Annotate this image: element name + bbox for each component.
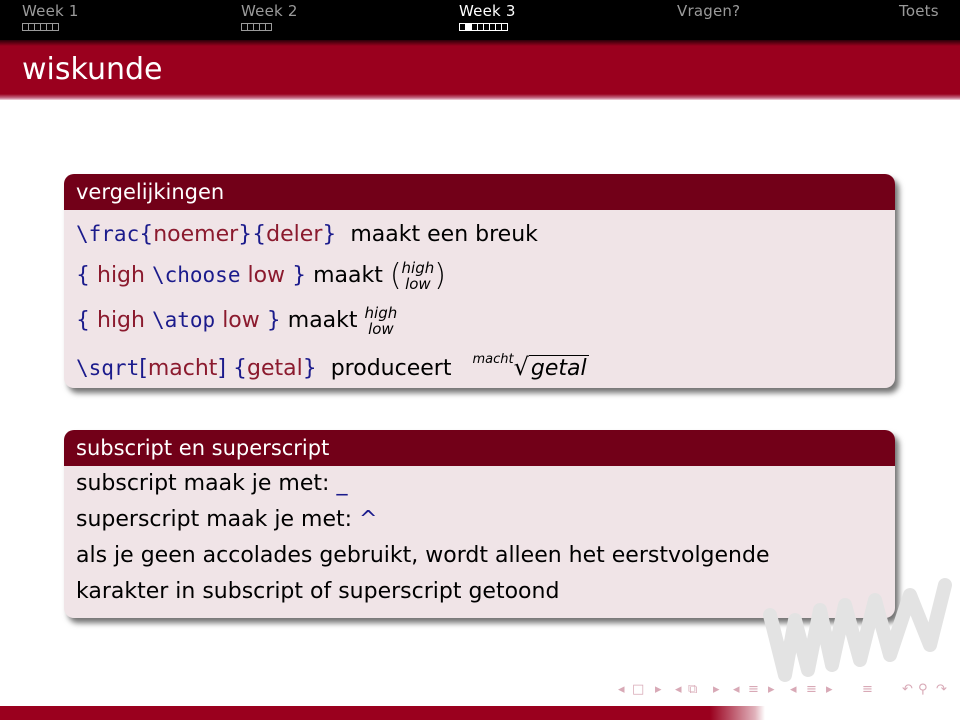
next-section-button[interactable]: ▸ bbox=[768, 682, 775, 702]
block-vergelijkingen: vergelijkingen \frac{noemer}{deler} maak… bbox=[64, 174, 895, 388]
nav-section-label: Toets bbox=[899, 2, 939, 20]
prev-section-button[interactable]: ◂ bbox=[733, 682, 740, 702]
logo-watermark-icon bbox=[763, 578, 952, 682]
nav-section-week3[interactable]: Week 3 bbox=[459, 0, 516, 31]
argument: low bbox=[247, 263, 286, 288]
nav-section-label: Week 3 bbox=[459, 2, 516, 20]
binomial-bottom: low bbox=[405, 275, 431, 293]
footer-bar bbox=[0, 706, 960, 720]
argument: low bbox=[222, 308, 260, 333]
argument: getal bbox=[246, 356, 303, 381]
brace: { bbox=[252, 222, 267, 247]
underscore-symbol: _ bbox=[336, 471, 348, 496]
slide-dot[interactable] bbox=[265, 23, 272, 31]
left-paren: ( bbox=[389, 258, 402, 293]
command: \frac bbox=[76, 222, 140, 246]
section-icon[interactable]: ≡ bbox=[748, 682, 759, 702]
prev-subframe-button[interactable]: ◂ bbox=[675, 682, 682, 702]
description: maakt een breuk bbox=[350, 222, 538, 247]
nav-section-label: Vragen? bbox=[677, 2, 741, 20]
brace: } bbox=[292, 263, 307, 288]
next-subframe-button[interactable]: ▸ bbox=[713, 682, 720, 702]
nth-root: macht√getal bbox=[472, 342, 589, 387]
brace: { bbox=[76, 308, 90, 333]
brace: { bbox=[76, 263, 90, 288]
nav-section-week2[interactable]: Week 2 bbox=[241, 0, 298, 31]
text: superscript maak je met: bbox=[76, 507, 353, 532]
atop-line: { high \atop low } maakt high low bbox=[76, 298, 883, 342]
brace: { bbox=[232, 356, 247, 381]
right-paren: ) bbox=[434, 258, 446, 293]
nav-section-vragen[interactable]: Vragen? bbox=[677, 0, 740, 22]
argument: high bbox=[97, 308, 145, 333]
text-line: als je geen accolades gebruikt, wordt al… bbox=[76, 543, 770, 568]
slide-dots bbox=[22, 23, 79, 31]
block-heading: vergelijkingen bbox=[64, 174, 895, 210]
argument: noemer bbox=[153, 222, 239, 247]
atop-stack: high low bbox=[365, 305, 398, 337]
choose-line: { high \choose low } maakt (high low) bbox=[76, 252, 883, 298]
prev-frame-button[interactable]: ◂ bbox=[618, 682, 625, 702]
radicand: getal bbox=[528, 355, 589, 381]
next-frame-button[interactable]: ▸ bbox=[655, 682, 662, 702]
forward-icon[interactable]: ↷ bbox=[936, 682, 947, 702]
nav-section-week1[interactable]: Week 1 bbox=[22, 0, 79, 31]
prev-subsection-button[interactable]: ◂ bbox=[790, 682, 797, 702]
section-navigation-bar: Week 1 Week 2 Week 3 Vragen? Toets bbox=[0, 0, 960, 40]
subframe-icon[interactable]: ⧉ bbox=[688, 682, 697, 702]
description: maakt bbox=[313, 263, 383, 288]
frame-title: wiskunde bbox=[22, 52, 163, 87]
root-index: macht bbox=[472, 352, 514, 367]
radical-icon: √ bbox=[513, 353, 529, 381]
brace: } bbox=[238, 222, 253, 247]
brace: { bbox=[139, 222, 154, 247]
frac-line: \frac{noemer}{deler} maakt een breuk bbox=[76, 216, 883, 252]
brace: } bbox=[302, 356, 317, 381]
text: subscript maak je met: bbox=[76, 471, 330, 496]
subsection-icon[interactable]: ≡ bbox=[806, 682, 817, 702]
argument: deler bbox=[266, 222, 323, 247]
caret-symbol: ^ bbox=[359, 507, 378, 532]
nav-section-toets[interactable]: Toets bbox=[899, 0, 939, 22]
block-heading: subscript en superscript bbox=[64, 430, 895, 466]
slide-dot[interactable] bbox=[52, 23, 59, 31]
binomial: high low bbox=[402, 260, 435, 292]
bracket: ] bbox=[217, 356, 226, 381]
slide-dot[interactable] bbox=[501, 23, 508, 31]
superscript-line: superscript maak je met: ^ bbox=[76, 502, 883, 538]
brace: } bbox=[266, 308, 281, 333]
command: \choose bbox=[151, 263, 241, 287]
block-body: \frac{noemer}{deler} maakt een breuk { h… bbox=[64, 210, 895, 388]
slide-dots bbox=[241, 23, 298, 31]
frame-icon[interactable]: □ bbox=[632, 682, 644, 702]
description: produceert bbox=[330, 356, 452, 381]
bracket: [ bbox=[139, 356, 148, 381]
back-icon[interactable]: ↶ bbox=[902, 682, 913, 702]
search-icon[interactable]: ⚲ bbox=[918, 682, 928, 702]
command: \sqrt bbox=[76, 356, 140, 380]
nav-section-label: Week 2 bbox=[241, 2, 298, 20]
command: \atop bbox=[151, 308, 216, 332]
argument: macht bbox=[147, 356, 218, 381]
argument: high bbox=[97, 263, 145, 288]
toc-icon[interactable]: ≡ bbox=[862, 682, 873, 702]
next-subsection-button[interactable]: ▸ bbox=[826, 682, 833, 702]
slide-dots bbox=[459, 23, 516, 31]
sqrt-line: \sqrt[macht] {getal} produceert macht√ge… bbox=[76, 342, 883, 381]
brace: } bbox=[322, 222, 337, 247]
subscript-line: subscript maak je met: _ bbox=[76, 466, 883, 502]
nav-section-label: Week 1 bbox=[22, 2, 79, 20]
description: maakt bbox=[287, 308, 358, 333]
stack-bottom: low bbox=[368, 320, 394, 338]
